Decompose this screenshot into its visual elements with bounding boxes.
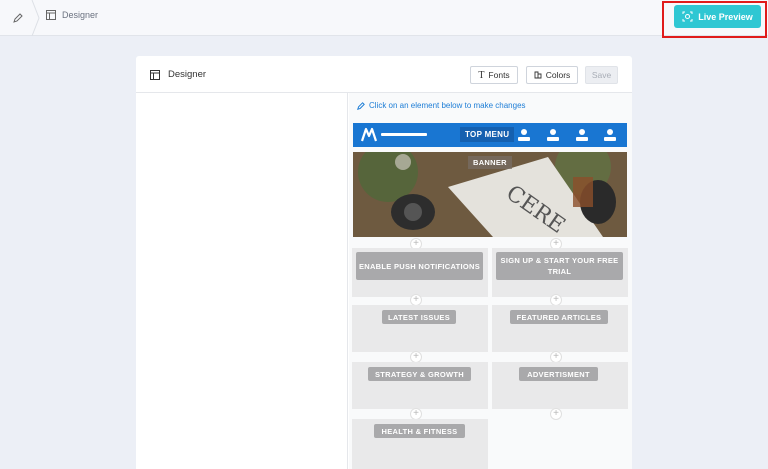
save-button[interactable]: Save — [585, 66, 618, 84]
pencil-icon — [13, 13, 23, 23]
featured-articles-label: FEATURED ARTICLES — [510, 310, 608, 324]
pencil-icon — [357, 101, 365, 110]
colors-label: Colors — [545, 70, 571, 80]
health-fitness-block[interactable]: HEALTH & FITNESS — [352, 419, 488, 469]
layout-icon — [46, 10, 56, 20]
edit-hint-text: Click on an element below to make change… — [369, 101, 526, 110]
advertisment-block[interactable]: ADVERTISMENT — [492, 362, 628, 409]
advertisment-label: ADVERTISMENT — [519, 367, 598, 381]
live-preview-label: Live Preview — [698, 11, 753, 22]
strategy-growth-block[interactable]: STRATEGY & GROWTH — [352, 362, 488, 409]
menu-line — [381, 133, 427, 136]
user-icon — [604, 129, 616, 141]
panel-title-label: Designer — [168, 69, 207, 80]
user-icon — [576, 129, 588, 141]
featured-articles-block[interactable]: FEATURED ARTICLES — [492, 305, 628, 352]
user-icon — [547, 129, 559, 141]
panel-header: Designer T Fonts Colors Save — [136, 56, 632, 93]
banner-block[interactable]: CERE BANNER — [353, 152, 627, 237]
logo-icon — [361, 127, 377, 142]
fonts-label: Fonts — [488, 70, 510, 80]
add-block-icon[interactable]: + — [550, 408, 562, 420]
layout-icon — [150, 69, 160, 80]
edit-hint: Click on an element below to make change… — [357, 101, 526, 110]
live-preview-button[interactable]: Live Preview — [674, 5, 761, 28]
top-bar: Designer Live Preview — [0, 0, 768, 38]
push-notifications-label: ENABLE PUSH NOTIFICATIONS — [356, 252, 483, 280]
text-icon: T — [478, 69, 485, 81]
breadcrumb-label: Designer — [62, 10, 99, 20]
breadcrumb-separator — [31, 0, 40, 36]
panel-title: Designer — [150, 69, 206, 80]
signup-trial-label: SIGN UP & START YOUR FREE TRIAL — [496, 252, 623, 280]
banner-label: BANNER — [468, 156, 512, 169]
latest-issues-label: LATEST ISSUES — [382, 310, 456, 324]
colors-button[interactable]: Colors — [526, 66, 578, 84]
layout-canvas: Click on an element below to make change… — [349, 93, 632, 469]
palette-icon — [534, 71, 542, 79]
preview-icon — [682, 11, 693, 22]
signup-trial-block[interactable]: SIGN UP & START YOUR FREE TRIAL — [492, 248, 628, 297]
breadcrumb[interactable]: Designer — [46, 10, 98, 20]
user-icon — [518, 129, 530, 141]
top-menu-block[interactable]: TOP MENU — [353, 123, 627, 147]
properties-pane — [136, 93, 348, 469]
strategy-growth-label: STRATEGY & GROWTH — [368, 367, 471, 381]
top-menu-label: TOP MENU — [460, 127, 515, 142]
latest-issues-block[interactable]: LATEST ISSUES — [352, 305, 488, 352]
fonts-button[interactable]: T Fonts — [470, 66, 518, 84]
designer-panel: Designer T Fonts Colors Save Click on an… — [136, 56, 632, 469]
health-fitness-label: HEALTH & FITNESS — [374, 424, 465, 438]
push-notifications-block[interactable]: ENABLE PUSH NOTIFICATIONS — [352, 248, 488, 297]
